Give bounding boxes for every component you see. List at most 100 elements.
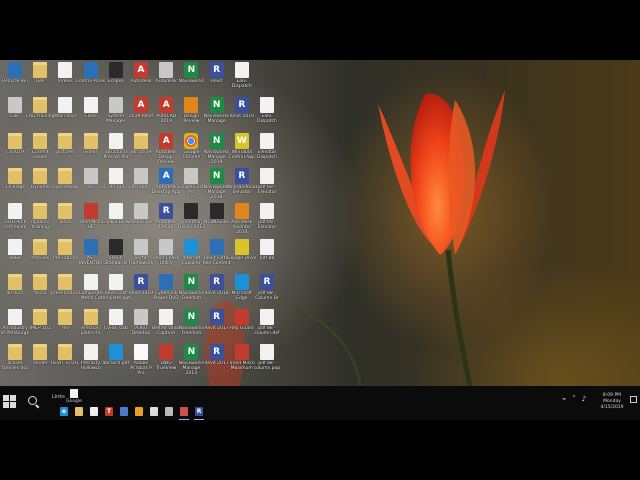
taskbar-app-calculator[interactable] (163, 406, 175, 418)
desktop-icon[interactable]: A Autodesk Desktop App (152, 167, 181, 200)
start-button[interactable] (3, 395, 16, 408)
desktop-icon[interactable]: PoseVFixer (128, 202, 154, 235)
desktop-icon[interactable]: presentation (51, 273, 80, 306)
desktop-icon[interactable]: R WinHandbook Elevator (227, 167, 257, 200)
desktop-icon[interactable]: Calc (2, 96, 28, 129)
taskbar-app-teams[interactable] (118, 406, 130, 418)
desktop-icon[interactable]: Pre-Fabrica (52, 238, 78, 271)
desktop-icon[interactable]: Composite Metal Co (78, 273, 104, 306)
desktop-icon[interactable]: Precasty Hollowco (78, 343, 104, 376)
chevron-up-icon[interactable]: ˄ (570, 395, 578, 403)
desktop-icon[interactable]: Belted Value Capture (152, 308, 180, 341)
desktop-icon[interactable]: Elev. Dispatch (229, 61, 255, 94)
desktop-icon[interactable]: Autodesk (153, 61, 179, 94)
desktop-icon[interactable]: pdf 88 - column.def (254, 308, 280, 341)
taskbar-app-office[interactable]: T (103, 406, 115, 418)
desktop-icon[interactable]: abrasch.pdf (102, 343, 129, 376)
search-button[interactable] (27, 395, 41, 409)
taskbar-app-store[interactable] (88, 406, 100, 418)
desktop-icon[interactable]: Recycle Bin (2, 61, 28, 94)
desktop-icon[interactable]: A Autodesk Design Review (153, 132, 179, 165)
desktop-icon[interactable]: rev (52, 308, 78, 341)
desktop-icon[interactable]: Eclipse (103, 61, 129, 94)
notification-icon[interactable] (630, 396, 637, 403)
desktop-icon[interactable]: Main floor (52, 96, 78, 129)
desktop-icon[interactable]: N Navisworks Manage 2014 (178, 343, 204, 376)
desktop-icon[interactable]: zoi (78, 167, 104, 200)
desktop-icon[interactable]: N Navisworks Freedom (178, 308, 204, 341)
desktop-icon[interactable]: AS-INVENTOR (78, 238, 104, 271)
desktop-icon[interactable]: render (27, 343, 53, 376)
desktop-icon[interactable]: All Industry of Pittsburgh (1, 308, 29, 341)
desktop-icon[interactable]: CAD training (26, 96, 54, 129)
desktop-icon[interactable]: 8888 (2, 238, 28, 271)
desktop-icon[interactable]: N Navisworks Manage 2018 (204, 167, 230, 200)
desktop-icon[interactable]: Google Chrome (178, 132, 204, 165)
desktop-icon[interactable]: W WinTabla Control App (229, 132, 255, 165)
desktop-icon[interactable]: R Revit (204, 61, 230, 94)
desktop-icon[interactable]: System Manager (103, 96, 129, 129)
desktop-icon[interactable]: families (27, 238, 53, 271)
desktop-icon[interactable]: CV2019 (2, 132, 28, 165)
links-google-shortcut[interactable]: Google (66, 388, 88, 406)
desktop-icon[interactable]: A AutoCAD 2019 (153, 96, 179, 129)
desktop-icon[interactable]: dynamo training (27, 202, 53, 235)
desktop-icon[interactable]: Design Review (178, 96, 204, 129)
desktop-icon[interactable]: dcropdir (128, 167, 154, 200)
taskbar-app-file-explorer[interactable] (73, 406, 85, 418)
desktop-icon[interactable]: Inventor Fusion 2013 (178, 202, 205, 235)
desktop-icon[interactable]: Rpdf 88 - Column Br (254, 273, 280, 306)
desktop-icon[interactable]: all docs (2, 273, 28, 306)
desktop-icon[interactable]: Trend Micro HE (78, 202, 104, 235)
desktop-icon[interactable]: Revit Fortis Ree Content (203, 238, 230, 271)
desktop-icon[interactable]: fiscal (27, 273, 53, 306)
desktop-icon[interactable]: Revit cost template.pptx (101, 273, 131, 306)
desktop-icon[interactable]: A360 Desktop (128, 308, 154, 341)
desktop-icon[interactable]: Elev. Dispatch (254, 96, 280, 129)
desktop-icon[interactable]: Cookie Blow (102, 202, 130, 235)
desktop-icon[interactable]: A Autodesk (128, 61, 154, 94)
desktop-icon[interactable]: CyberLink Power DVD (153, 273, 179, 306)
desktop-icon[interactable]: pictures (52, 132, 78, 165)
taskbar-app-photos[interactable] (178, 406, 190, 420)
desktop-icon[interactable]: Videos (52, 61, 78, 94)
desktop-icon[interactable]: jesco (52, 202, 78, 235)
desktop-icon[interactable]: N Navisworks Manage 2019 (204, 132, 230, 165)
desktop-icon[interactable]: pipe elbow (52, 167, 78, 200)
desktop-icon[interactable]: Internet Explorer (178, 238, 204, 271)
desktop-icon[interactable]: 2018 Arch cert exam (2, 202, 28, 235)
desktop-icon[interactable]: R Revit 2017 (204, 308, 230, 341)
desktop-icon[interactable]: Autodesk Inventor 2014 (229, 202, 255, 235)
desktop-icon[interactable]: pdf 88 (254, 238, 280, 271)
desktop-icon[interactable]: Control Panel (76, 61, 106, 94)
desktop-icon[interactable]: Clock (78, 96, 104, 129)
desktop-icon[interactable]: R Revit 2019 (229, 96, 255, 129)
desktop-icon[interactable]: Dynamo (27, 167, 53, 200)
volume-icon[interactable]: ♪ (580, 395, 588, 403)
desktop-icon[interactable]: Current Issues (27, 132, 53, 165)
desktop-icon[interactable]: Structural Precast Pla (103, 132, 129, 165)
desktop-icon[interactable]: IMEP 101 (27, 308, 53, 341)
desktop-icon[interactable]: portal Framework (128, 238, 154, 271)
desktop-icon[interactable]: CVRB_slab (103, 308, 129, 341)
desktop-icon[interactable]: pdf 88 - column.pop (254, 343, 280, 376)
desktop-icon[interactable]: Revit Standards (103, 238, 129, 271)
taskbar-app-edge[interactable]: e (58, 406, 70, 418)
desktop-icon[interactable]: Adobe Acrobat 9 Pro (128, 343, 154, 376)
desktop-icon[interactable]: Microsoft Edge (229, 273, 255, 306)
desktop-icon[interactable]: pdf 69 - Elevator (254, 202, 280, 235)
desktop-icon[interactable]: Elevator Dispatch (254, 132, 280, 165)
desktop-icon[interactable]: R Revit 2017 (204, 343, 230, 376)
desktop-icon[interactable]: R Autodesk ReCap (153, 202, 179, 235)
clock[interactable]: 8:09 PM Monday 4/15/2019 (598, 393, 626, 411)
desktop-icon[interactable]: Trend Micro Maximum (229, 343, 255, 376)
desktop-icon[interactable]: DWG TrueView (153, 343, 179, 376)
desktop-icon[interactable]: Dell (27, 61, 53, 94)
desktop-icon[interactable]: REVIT STUFF (51, 343, 80, 376)
desktop-icon[interactable]: Google Earth Pro (177, 167, 206, 200)
desktop-icon[interactable]: N Navisworks Freedom (178, 273, 204, 306)
desktop-icon[interactable]: allcote families doc (1, 343, 29, 376)
desktop-icon[interactable]: Rep Guard (229, 308, 255, 341)
desktop-icon[interactable]: A 2019 Revit (128, 96, 154, 129)
network-icon[interactable]: ⌁ (560, 395, 568, 403)
